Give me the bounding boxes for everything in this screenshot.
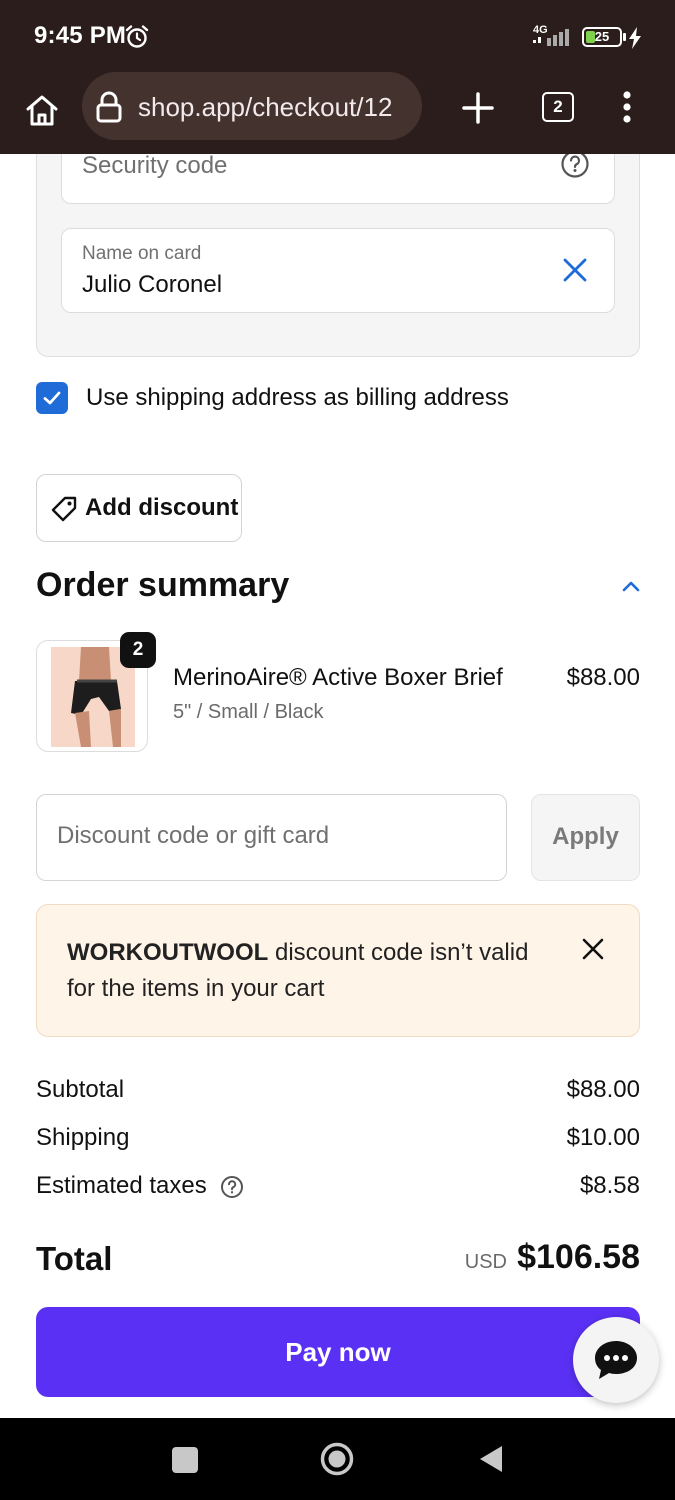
name-on-card-value[interactable]: Julio Coronel — [82, 271, 222, 299]
help-icon[interactable] — [220, 1175, 244, 1199]
tag-icon — [51, 496, 77, 522]
alarm-icon — [125, 25, 149, 48]
subtotal-label: Subtotal — [36, 1076, 125, 1103]
chevron-up-icon[interactable] — [620, 578, 642, 594]
payment-card-panel: Security code Name on card Julio Coronel — [36, 154, 640, 357]
product-name: MerinoAire® Active Boxer Brief — [173, 664, 503, 691]
pay-now-button[interactable]: Pay now — [36, 1307, 640, 1397]
address-bar[interactable]: shop.app/checkout/12 — [82, 72, 422, 140]
name-on-card-label: Name on card — [82, 243, 202, 264]
discount-code-placeholder: Discount code or gift card — [57, 822, 330, 849]
billing-checkbox[interactable] — [36, 382, 68, 414]
taxes-value: $8.58 — [579, 1172, 640, 1199]
billing-checkbox-label[interactable]: Use shipping address as billing address — [86, 384, 509, 412]
help-icon[interactable] — [560, 154, 590, 179]
checkout-page: Security code Name on card Julio Coronel… — [0, 154, 675, 1418]
product-variant: 5" / Small / Black — [173, 701, 324, 723]
taxes-label: Estimated taxes — [36, 1172, 207, 1199]
shipping-label: Shipping — [36, 1124, 130, 1151]
discount-error-alert: WORKOUTWOOL discount code isn’t valid fo… — [36, 904, 640, 1037]
url-text[interactable]: shop.app/checkout/12 — [138, 91, 410, 123]
battery-percent: 25 — [594, 29, 610, 44]
system-nav-bar — [0, 1418, 675, 1500]
home-icon — [26, 95, 58, 126]
close-icon[interactable] — [560, 255, 590, 285]
name-on-card-field[interactable]: Name on card Julio Coronel — [61, 228, 615, 313]
shipping-value: $10.00 — [566, 1124, 640, 1151]
product-price: $88.00 — [566, 664, 640, 691]
security-code-field[interactable]: Security code — [61, 154, 615, 204]
taxes-row: Estimated taxes $8.58 — [36, 1172, 640, 1204]
alert-message: WORKOUTWOOL discount code isn’t valid fo… — [67, 935, 547, 1007]
billing-address-option[interactable]: Use shipping address as billing address — [36, 382, 640, 416]
add-discount-label: Add discount — [85, 494, 239, 521]
back-icon[interactable] — [478, 1444, 504, 1474]
alert-discount-code: WORKOUTWOOL — [67, 939, 269, 966]
signal-icon — [533, 29, 569, 46]
subtotal-row: Subtotal $88.00 — [36, 1076, 640, 1108]
lock-icon — [96, 91, 122, 123]
tabs-icon[interactable]: 2 — [542, 92, 574, 122]
status-bar: 9:45 PM 4G 25 — [0, 0, 675, 72]
battery-icon: 25 — [582, 27, 622, 47]
discount-code-input[interactable]: Discount code or gift card — [36, 794, 507, 881]
add-discount-button[interactable]: Add discount — [36, 474, 242, 542]
charging-icon — [629, 27, 641, 49]
subtotal-value: $88.00 — [566, 1076, 640, 1103]
status-time: 9:45 PM — [34, 22, 127, 49]
total-label: Total — [36, 1240, 113, 1277]
order-summary-title: Order summary — [36, 566, 290, 604]
browser-toolbar: shop.app/checkout/12 2 — [0, 72, 675, 154]
battery-tip — [623, 33, 626, 41]
total-amount: $106.58 — [517, 1238, 640, 1276]
check-icon — [43, 391, 61, 405]
plus-icon[interactable] — [458, 88, 498, 128]
home-button[interactable] — [20, 88, 64, 132]
chat-button[interactable] — [573, 1317, 659, 1403]
quantity-badge: 2 — [120, 632, 156, 668]
chat-icon — [595, 1341, 637, 1379]
shipping-row: Shipping $10.00 — [36, 1124, 640, 1156]
apply-button[interactable]: Apply — [531, 794, 640, 881]
total-row: Total USD $106.58 — [36, 1236, 640, 1280]
total-currency: USD — [464, 1251, 507, 1273]
more-vert-icon[interactable] — [612, 90, 642, 124]
security-code-placeholder: Security code — [82, 154, 228, 179]
home-nav-icon[interactable] — [320, 1442, 354, 1476]
recent-apps-button[interactable] — [172, 1447, 198, 1473]
close-icon[interactable] — [581, 937, 605, 961]
